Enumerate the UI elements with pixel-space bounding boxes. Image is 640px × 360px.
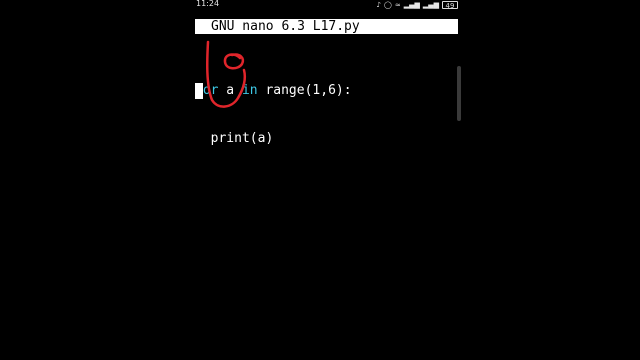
scrollbar-thumb[interactable] <box>457 66 461 121</box>
signal-icon: ▂▄▆ <box>422 1 439 9</box>
battery-icon: 49 <box>442 1 458 10</box>
code-line[interactable]: print(a) <box>195 131 352 147</box>
wifi-icon: ≈ <box>394 1 401 9</box>
signal-icon: ▂▄▆ <box>403 1 420 9</box>
keyword-in: in <box>241 83 258 98</box>
text-cursor <box>195 83 203 99</box>
alarm-icon: ◯ <box>383 1 392 9</box>
editor-title: GNU nano 6.3 L17.py <box>211 19 360 34</box>
status-time: 11:24 <box>196 0 220 8</box>
status-bar: 11:24 ♪ ◯ ≈ ▂▄▆ ▂▄▆ 49 <box>196 0 458 10</box>
code-text: a <box>218 83 242 98</box>
nano-title-bar: GNU nano 6.3 L17.py <box>195 19 458 34</box>
code-text: range(1,6): <box>257 83 352 98</box>
status-icons: ♪ ◯ ≈ ▂▄▆ ▂▄▆ 49 <box>376 0 458 10</box>
code-line[interactable]: for a in range(1,6): <box>195 83 352 99</box>
headphones-icon: ♪ <box>376 1 381 9</box>
code-editor[interactable]: for a in range(1,6): print(a) <box>195 51 352 163</box>
